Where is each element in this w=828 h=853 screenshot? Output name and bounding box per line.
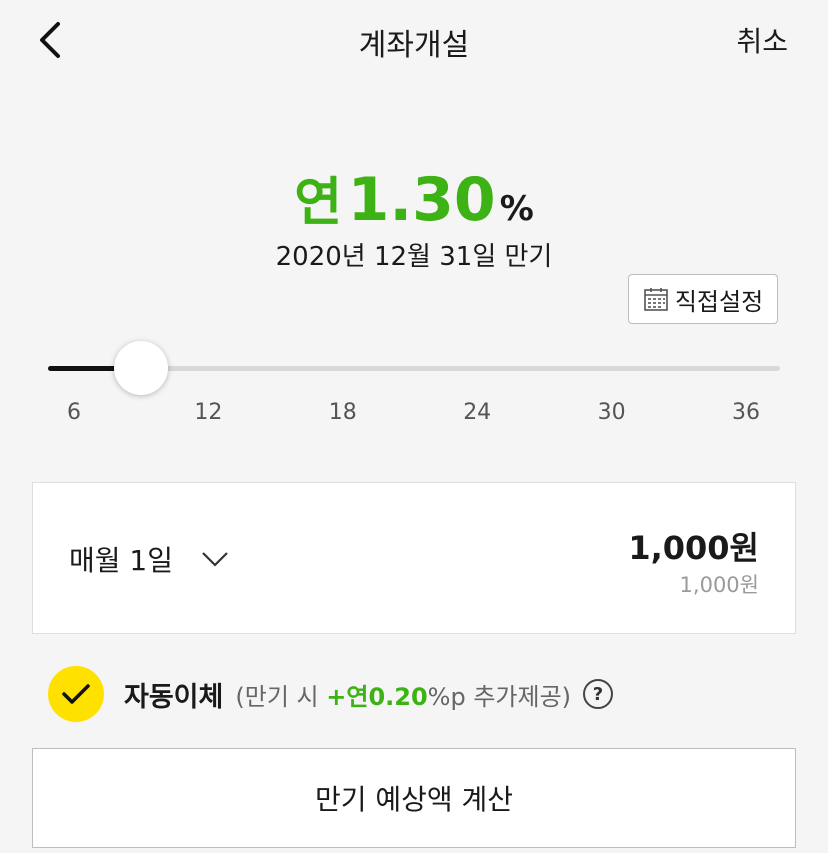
slider-tick-label: 12 (194, 400, 223, 425)
chevron-down-icon (202, 552, 228, 567)
direct-setting-label: 직접설정 (674, 287, 764, 316)
slider-tick-label: 36 (732, 400, 760, 425)
cancel-button[interactable]: 취소 (736, 20, 788, 60)
slider-tick-label: 24 (463, 400, 492, 425)
period-slider-thumb[interactable] (114, 341, 169, 395)
interest-rate: 연 1.30% (0, 160, 828, 235)
direct-setting-button[interactable]: 직접설정 (628, 274, 778, 324)
auto-transfer-desc-prefix: (만기 시 (235, 682, 327, 711)
page-title: 계좌개설 (358, 28, 470, 63)
calendar-icon (644, 288, 668, 311)
auto-transfer-desc-suffix: %p 추가제공) (427, 682, 572, 711)
check-icon (62, 684, 90, 704)
help-icon[interactable]: ? (583, 679, 614, 709)
deposit-card: 매월 1일 1,000원 1,000원 (32, 482, 796, 634)
rate-prefix: 연 (294, 173, 343, 233)
rate-value: 1.30 (347, 165, 496, 235)
deposit-amount[interactable]: 1,000원 (628, 523, 759, 569)
rate-unit: % (499, 189, 534, 229)
calc-maturity-label: 만기 예상액 계산 (314, 783, 514, 816)
auto-transfer-desc: (만기 시 +연0.20%p 추가제공) (235, 677, 571, 712)
slider-tick-label: 6 (67, 400, 81, 425)
deposit-day-label: 매월 1일 (69, 544, 173, 577)
auto-transfer-bonus: +연0.20 (326, 682, 428, 711)
deposit-day-select[interactable]: 매월 1일 (69, 539, 229, 579)
slider-tick-label: 18 (328, 400, 357, 425)
auto-transfer-row: 자동이체 (만기 시 +연0.20%p 추가제공) ? (48, 666, 614, 722)
calc-maturity-button[interactable]: 만기 예상액 계산 (32, 748, 796, 848)
auto-transfer-label: 자동이체 (124, 681, 224, 713)
slider-tick-label: 30 (597, 400, 626, 425)
deposit-amount-sub: 1,000원 (679, 573, 759, 597)
header: 계좌개설 취소 (0, 0, 828, 80)
auto-transfer-checkbox[interactable] (48, 666, 104, 722)
maturity-date: 2020년 12월 31일 만기 (275, 242, 553, 272)
